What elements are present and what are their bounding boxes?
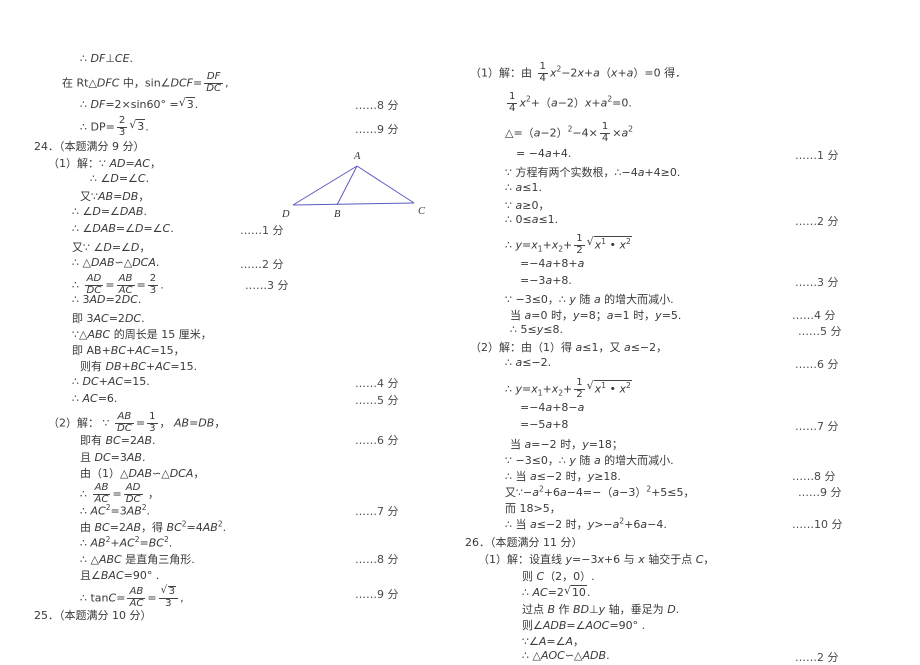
text-line: =−5a+8 bbox=[520, 418, 569, 431]
text-line: 即 AB+BC+AC=15， bbox=[72, 344, 185, 357]
text-line: ∴ 5≤y≤8. bbox=[510, 323, 563, 336]
text-line: =−4a+8+a bbox=[520, 257, 585, 270]
score-mark: ……9 分 bbox=[355, 588, 399, 601]
text-line: 当 a=0 时，y=8；a=1 时，y=5. bbox=[510, 309, 682, 322]
text-line: ∴ DF⊥CE. bbox=[80, 52, 134, 65]
score-mark: ……4 分 bbox=[792, 309, 836, 322]
vertex-label-A: A bbox=[354, 151, 361, 162]
vertex-label-D: D bbox=[282, 209, 290, 220]
text-line: ∴ tanC=ABAC=33, bbox=[80, 585, 184, 609]
text-line: ∴ DP=233. bbox=[80, 115, 149, 138]
score-mark: ……9 分 bbox=[798, 486, 842, 499]
text-line: ∴ △DAB∽△DCA. bbox=[72, 256, 160, 269]
text-line: ∴ a≤1. bbox=[505, 181, 542, 194]
score-mark: ……3 分 bbox=[795, 276, 839, 289]
text-line: ∴ AB AC = AD DC ， bbox=[80, 482, 160, 505]
text-line: ∴ DF=2×sin60° =3. bbox=[80, 96, 198, 111]
text-line: ∵ −3≤0，∴ y 随 a 的增大而减小. bbox=[505, 293, 674, 306]
text-line: ∵△ABC 的周长是 15 厘米， bbox=[72, 328, 212, 341]
vertex-label-B: B bbox=[334, 209, 341, 220]
text-line: 当 a=−2 时，y=18； bbox=[510, 438, 623, 451]
text-line: ∴ AC=6. bbox=[72, 392, 118, 405]
score-mark: ……2 分 bbox=[240, 258, 284, 271]
score-mark: ……7 分 bbox=[795, 420, 839, 433]
text-line: 由 BC=2AB，得 BC2=4AB2. bbox=[80, 519, 227, 534]
score-mark: ……2 分 bbox=[795, 651, 839, 664]
segment-AC bbox=[356, 165, 415, 204]
text-line: ∴ AB2+AC2=BC2. bbox=[80, 535, 173, 550]
text-line: 则∠ADB=∠AOC=90° . bbox=[522, 619, 646, 632]
text-line: （1）解：∵ AD=AC， bbox=[48, 157, 161, 170]
text-line: ∴ AC2=3AB2. bbox=[80, 503, 151, 518]
text-line: 即有 BC=2AB. bbox=[80, 434, 156, 447]
text-line: 则有 DB+BC+AC=15. bbox=[80, 360, 198, 373]
score-mark: ……9 分 bbox=[355, 123, 399, 136]
text-line: = −4a+4. bbox=[516, 147, 572, 160]
text-line: 26．（本题满分 11 分） bbox=[465, 536, 583, 549]
text-line: 又∵AB=DB， bbox=[80, 190, 150, 203]
text-line: 又∵−a2+6a−4=−（a−3）2+5≤5， bbox=[505, 484, 695, 499]
left-column: ∴ DF⊥CE. 在 Rt△DFC 中，sin∠DCF= DF DC, ∴ DF=2×s… bbox=[0, 0, 460, 650]
text-line: ∴ 当 a≤−2 时，y>−a2+6a−4. bbox=[505, 516, 667, 531]
text-line: ∵ −3≤0，∴ y 随 a 的增大而减小. bbox=[505, 454, 674, 467]
text-line: ∴ y=x1+x2+12x1 • x2 bbox=[505, 233, 632, 256]
text-line: 则 C（2，0）. bbox=[522, 570, 595, 583]
text-line: 且 DC=3AB. bbox=[80, 451, 146, 464]
text-line: ∴ ∠DAB=∠D=∠C. bbox=[72, 222, 174, 235]
text-line: 1 4 x2+（a−2）x+a2=0. bbox=[507, 91, 632, 114]
text-line: （1）解：由 1 4 x2−2x+a（x+a）=0 得． bbox=[470, 61, 687, 84]
text-line: （2）解：由（1）得 a≤1，又 a≤−2， bbox=[470, 341, 668, 354]
text-line: 在 Rt△DFC 中，sin∠DCF= DF DC, bbox=[62, 71, 229, 94]
text-line: ∴ a≤−2. bbox=[505, 356, 552, 369]
text-line: ∴ △ABC 是直角三角形. bbox=[80, 553, 195, 566]
text-line: 24．（本题满分 9 分） bbox=[34, 140, 145, 153]
text-line: 而 18>5， bbox=[505, 502, 561, 515]
text-line: ∵ 方程有两个实数根，∴−4a+4≥0. bbox=[505, 166, 681, 179]
vertex-label-C: C bbox=[418, 206, 426, 217]
score-mark: ……5 分 bbox=[798, 325, 842, 338]
text-line: 25．（本题满分 10 分） bbox=[34, 609, 152, 622]
text-line: ∴ 3AD=2DC. bbox=[72, 293, 142, 306]
score-mark: ……7 分 bbox=[355, 505, 399, 518]
score-mark: ……4 分 bbox=[355, 377, 399, 390]
score-mark: ……6 分 bbox=[355, 434, 399, 447]
score-mark: ……8 分 bbox=[355, 99, 399, 112]
text-line: 且∠BAC=90° . bbox=[80, 569, 160, 582]
score-mark: ……1 分 bbox=[795, 149, 839, 162]
text-line: ∴ ∠D=∠DAB. bbox=[72, 205, 147, 218]
text-line: ∴ AC=210. bbox=[522, 584, 590, 599]
score-mark: ……8 分 bbox=[355, 553, 399, 566]
text-line: ∴ 当 a≤−2 时，y≥18. bbox=[505, 470, 621, 483]
text-line: =−3a+8. bbox=[520, 274, 572, 287]
geometry-figure-triangle: A D B C bbox=[271, 144, 436, 227]
text-line: ∴ △AOC∽△ADB. bbox=[522, 649, 610, 662]
score-mark: ……3 分 bbox=[245, 279, 289, 292]
score-mark: ……8 分 bbox=[792, 470, 836, 483]
text-line: （2）解： ∵ AB DC = 1 3， AB=DB， bbox=[48, 411, 226, 434]
score-mark: ……10 分 bbox=[792, 518, 843, 531]
text-line: ∴ ∠D=∠C. bbox=[90, 172, 150, 185]
text-line: ∵ a≥0， bbox=[505, 199, 550, 212]
text-line: 又∵ ∠D=∠D， bbox=[72, 241, 151, 254]
text-line: ∴ y=x1+x2+12x1 • x2 bbox=[505, 377, 632, 400]
text-line: 即 3AC=2DC. bbox=[72, 312, 145, 325]
text-line: ∴ DC+AC=15. bbox=[72, 375, 150, 388]
text-line: ∴ 0≤a≤1. bbox=[505, 213, 559, 226]
right-column: （1）解：由 1 4 x2−2x+a（x+a）=0 得． 1 4 x2+（a−2）x+a2… bbox=[460, 0, 920, 664]
score-mark: ……2 分 bbox=[795, 215, 839, 228]
text-line: 由（1）△DAB∽△DCA， bbox=[80, 467, 205, 480]
segment-DC bbox=[292, 202, 415, 206]
score-mark: ……5 分 bbox=[355, 394, 399, 407]
text-line: （1）解：设直线 y=−3x+6 与 x 轴交于点 C， bbox=[478, 553, 715, 566]
text-line: =−4a+8−a bbox=[520, 401, 585, 414]
scanned-answer-key-page: ∴ DF⊥CE. 在 Rt△DFC 中，sin∠DCF= DF DC, ∴ DF=2×s… bbox=[0, 0, 920, 664]
text-line: ∵∠A=∠A， bbox=[522, 635, 585, 648]
score-mark: ……6 分 bbox=[795, 358, 839, 371]
text-line: 过点 B 作 BD⊥y 轴，垂足为 D. bbox=[522, 603, 680, 616]
text-line: △=（a−2）2−4× 1 4 ×a2 bbox=[505, 121, 634, 144]
